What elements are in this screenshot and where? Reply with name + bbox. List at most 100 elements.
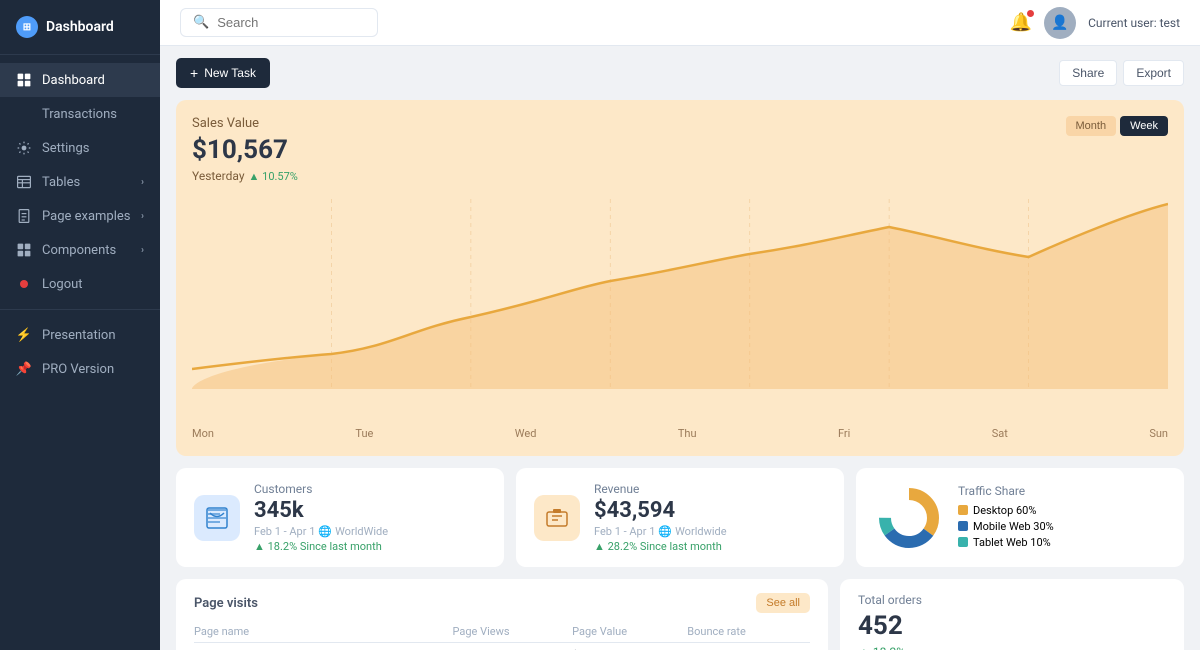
pro-icon: 📌 xyxy=(16,361,32,377)
week-button[interactable]: Week xyxy=(1120,116,1168,136)
x-label-thu: Thu xyxy=(678,427,697,440)
month-button[interactable]: Month xyxy=(1066,116,1117,136)
donut-svg xyxy=(874,483,944,553)
traffic-legend: Traffic Share Desktop 60% Mobile Web 30%… xyxy=(958,484,1054,552)
logout-dot xyxy=(20,280,28,288)
chevron-icon: › xyxy=(141,245,144,256)
export-button[interactable]: Export xyxy=(1123,60,1184,86)
legend-mobile: Mobile Web 30% xyxy=(958,520,1054,533)
col-page-value: Page Value xyxy=(572,621,687,643)
toolbar-right: Share Export xyxy=(1059,60,1184,86)
sales-value: $10,567 xyxy=(192,135,1168,165)
customers-card: Customers 345k Feb 1 - Apr 1 🌐 WorldWide… xyxy=(176,468,504,567)
revenue-value: $43,594 xyxy=(594,498,826,523)
sales-change: ▲ 10.57% xyxy=(249,170,298,183)
header-right: 🔔 👤 Current user: test xyxy=(1010,7,1180,39)
presentation-icon: ⚡ xyxy=(16,327,32,343)
desktop-label: Desktop 60% xyxy=(973,504,1036,517)
dashboard-icon xyxy=(16,72,32,88)
mobile-label: Mobile Web 30% xyxy=(973,520,1054,533)
page-visits-card: Page visits See all Page name Page Views… xyxy=(176,579,828,650)
current-user-label: Current user: test xyxy=(1088,16,1180,30)
see-all-button[interactable]: See all xyxy=(756,593,810,613)
sidebar-item-logout[interactable]: Logout xyxy=(0,267,160,301)
search-icon: 🔍 xyxy=(193,15,209,30)
cell-value: $20 xyxy=(572,643,687,650)
legend-desktop: Desktop 60% xyxy=(958,504,1054,517)
sidebar-item-settings[interactable]: Settings xyxy=(0,131,160,165)
orders-value: 452 xyxy=(858,611,1166,641)
new-task-button[interactable]: New Task xyxy=(176,58,270,88)
transactions-icon xyxy=(16,106,32,122)
x-label-fri: Fri xyxy=(838,427,850,440)
sidebar-brand: ⊞ Dashboard xyxy=(0,0,160,55)
notification-icon[interactable]: 🔔 xyxy=(1010,12,1032,33)
sidebar-item-transactions[interactable]: Transactions xyxy=(0,97,160,131)
orders-title: Total orders xyxy=(858,593,1166,607)
period-tabs: Month Week xyxy=(1066,116,1169,136)
sidebar-item-page-examples[interactable]: Page examples › xyxy=(0,199,160,233)
sidebar-divider xyxy=(0,309,160,310)
sidebar-item-label: Page examples xyxy=(42,209,131,224)
legend-tablet: Tablet Web 10% xyxy=(958,536,1054,549)
x-label-sun: Sun xyxy=(1149,427,1168,440)
sales-title: Sales Value xyxy=(192,116,1168,131)
x-label-tue: Tue xyxy=(355,427,373,440)
donut-chart xyxy=(874,483,944,553)
customers-value: 345k xyxy=(254,498,486,523)
chevron-icon: › xyxy=(141,177,144,188)
brand-icon: ⊞ xyxy=(16,16,38,38)
search-box[interactable]: 🔍 xyxy=(180,8,378,37)
stats-row: Customers 345k Feb 1 - Apr 1 🌐 WorldWide… xyxy=(176,468,1184,567)
components-icon xyxy=(16,242,32,258)
revenue-icon xyxy=(545,506,569,530)
revenue-icon-box xyxy=(534,495,580,541)
header: 🔍 🔔 👤 Current user: test xyxy=(160,0,1200,46)
traffic-title: Traffic Share xyxy=(958,484,1054,498)
sales-chart-svg xyxy=(192,199,1168,419)
customers-change: ▲ 18.2% Since last month xyxy=(254,540,486,553)
revenue-date: Feb 1 - Apr 1 🌐 Worldwide xyxy=(594,525,826,538)
sidebar-nav: Dashboard Transactions Settings Tables › xyxy=(0,55,160,650)
sidebar-item-dashboard[interactable]: Dashboard xyxy=(0,63,160,97)
settings-icon xyxy=(16,140,32,156)
sidebar-item-label: Tables xyxy=(42,175,80,190)
orders-change: ▲ 18.2% xyxy=(858,645,1166,650)
sidebar: ⊞ Dashboard Dashboard Transactions Setti… xyxy=(0,0,160,650)
search-input[interactable] xyxy=(217,15,365,30)
mobile-dot xyxy=(958,521,968,531)
revenue-card: Revenue $43,594 Feb 1 - Apr 1 🌐 Worldwid… xyxy=(516,468,844,567)
share-button[interactable]: Share xyxy=(1059,60,1117,86)
customers-icon-box xyxy=(194,495,240,541)
x-label-wed: Wed xyxy=(515,427,537,440)
customers-date: Feb 1 - Apr 1 🌐 WorldWide xyxy=(254,525,486,538)
chart-x-labels: Mon Tue Wed Thu Fri Sat Sun xyxy=(192,423,1168,440)
sidebar-item-pro-version[interactable]: 📌 PRO Version xyxy=(0,352,160,386)
desktop-dot xyxy=(958,505,968,515)
visits-table: Page name Page Views Page Value Bounce r… xyxy=(194,621,810,650)
sidebar-item-label: Dashboard xyxy=(42,73,105,88)
traffic-card: Traffic Share Desktop 60% Mobile Web 30%… xyxy=(856,468,1184,567)
sidebar-item-label: Transactions xyxy=(42,107,117,122)
avatar: 👤 xyxy=(1044,7,1076,39)
toolbar: New Task Share Export xyxy=(176,58,1184,88)
sidebar-item-components[interactable]: Components › xyxy=(0,233,160,267)
col-bounce-rate: Bounce rate xyxy=(687,621,810,643)
tablet-label: Tablet Web 10% xyxy=(973,536,1051,549)
table-row: /demo/admin/index.html 3,225 $20 ▲ 42.55… xyxy=(194,643,810,650)
sidebar-item-tables[interactable]: Tables › xyxy=(0,165,160,199)
page-examples-icon xyxy=(16,208,32,224)
revenue-title: Revenue xyxy=(594,482,826,496)
customers-info: Customers 345k Feb 1 - Apr 1 🌐 WorldWide… xyxy=(254,482,486,553)
sidebar-item-label: Logout xyxy=(42,277,83,292)
total-orders-card: Total orders 452 ▲ 18.2% July August xyxy=(840,579,1184,650)
brand-label: Dashboard xyxy=(46,19,114,35)
globe-icon: 🌐 xyxy=(658,525,672,538)
sidebar-item-presentation[interactable]: ⚡ Presentation xyxy=(0,318,160,352)
main-content: 🔍 🔔 👤 Current user: test New Task Share … xyxy=(160,0,1200,650)
revenue-info: Revenue $43,594 Feb 1 - Apr 1 🌐 Worldwid… xyxy=(594,482,826,553)
col-page-views: Page Views xyxy=(452,621,572,643)
page-visits-title: Page visits xyxy=(194,596,258,611)
customers-title: Customers xyxy=(254,482,486,496)
cell-views: 3,225 xyxy=(452,643,572,650)
